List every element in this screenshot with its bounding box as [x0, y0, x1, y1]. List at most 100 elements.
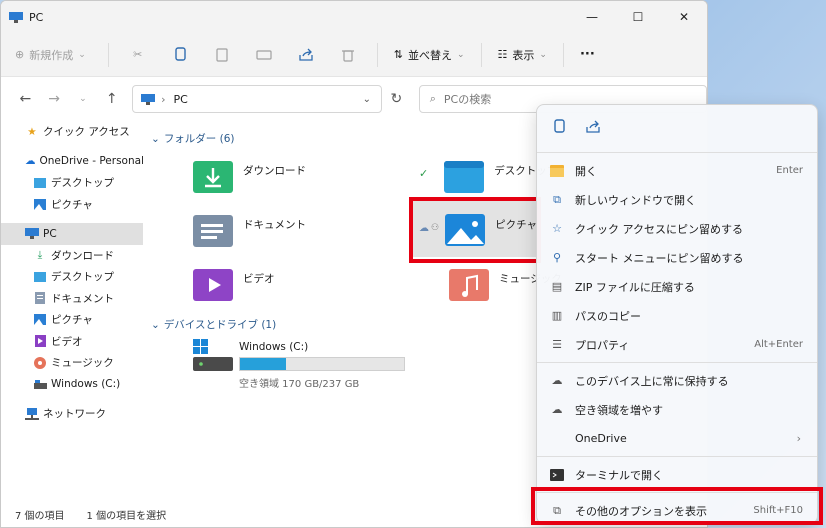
item-count: 7 個の項目: [15, 510, 65, 522]
copy-button[interactable]: [549, 117, 569, 137]
share-button[interactable]: [285, 40, 327, 70]
menu-item-open-terminal[interactable]: ターミナルで開く: [537, 460, 817, 489]
search-placeholder: PCの検索: [443, 93, 492, 106]
sidebar-item-label: ネットワーク: [43, 408, 106, 421]
sidebar-item-quick-access[interactable]: ★ クイック アクセス: [1, 121, 143, 143]
sort-button[interactable]: ⇅ 並べ替え ⌄: [386, 47, 473, 63]
sidebar-item-label: デスクトップ: [51, 271, 114, 284]
group-header-label: フォルダー (6): [163, 133, 235, 145]
cut-button[interactable]: ✂: [117, 40, 159, 70]
network-icon: [25, 407, 39, 421]
chevron-down-icon: ⌄: [79, 94, 87, 104]
up-button[interactable]: ↑: [97, 85, 126, 113]
folder-documents[interactable]: ドキュメント: [193, 207, 413, 255]
folder-downloads[interactable]: ダウンロード: [193, 153, 413, 201]
forward-button[interactable]: →: [40, 85, 69, 113]
sidebar-item-windows-c[interactable]: Windows (C:): [1, 374, 143, 396]
view-icon: ☷: [497, 48, 508, 61]
rename-button[interactable]: [243, 40, 285, 70]
pin-icon: ⚲: [552, 251, 562, 264]
chevron-down-icon: ⌄: [539, 49, 547, 60]
view-button[interactable]: ☷ 表示 ⌄: [490, 47, 555, 63]
menu-item-keep-on-device[interactable]: ☁ このデバイス上に常に保持する: [537, 366, 817, 395]
highlight-box: [531, 487, 823, 525]
sidebar-item-documents[interactable]: ドキュメント: [1, 288, 143, 310]
sidebar-item-pc[interactable]: PC: [1, 223, 143, 245]
chevron-down-icon: ⌄: [151, 318, 160, 331]
pictures-icon: [33, 197, 47, 211]
more-button[interactable]: ···: [572, 47, 603, 62]
sidebar-item-desktop[interactable]: デスクトップ: [1, 266, 143, 288]
menu-item-label: 開く: [575, 164, 597, 178]
documents-icon: [33, 291, 47, 305]
drive-name: Windows (C:): [239, 341, 309, 353]
pc-icon: [141, 93, 156, 105]
sidebar-item-downloads[interactable]: ⤓ ダウンロード: [1, 245, 143, 267]
sidebar-item-label: PC: [43, 227, 57, 240]
menu-item-label: スタート メニューにピン留めする: [575, 251, 744, 265]
sidebar-item-onedrive[interactable]: ☁ OneDrive - Personal: [1, 151, 144, 173]
pin-star-icon: ☆: [552, 222, 562, 235]
menu-item-properties[interactable]: ☰ プロパティ Alt+Enter: [537, 330, 817, 359]
recent-button[interactable]: ⌄: [69, 85, 98, 113]
address-bar[interactable]: › PC ⌄: [132, 85, 382, 113]
devices-group-header[interactable]: ⌄ デバイスとドライブ (1): [151, 317, 276, 332]
copy-path-icon: ▥: [551, 309, 563, 322]
sidebar-item-onedrive-desktop[interactable]: デスクトップ: [1, 172, 143, 194]
menu-item-open-new-window[interactable]: ⧉ 新しいウィンドウで開く: [537, 185, 817, 214]
menu-item-pin-quick-access[interactable]: ☆ クイック アクセスにピン留めする: [537, 214, 817, 243]
trash-icon: [341, 49, 354, 62]
sort-icon: ⇅: [393, 48, 403, 61]
breadcrumb-pc[interactable]: PC: [174, 93, 188, 106]
desktop-icon: [33, 270, 47, 284]
sidebar-item-network[interactable]: ネットワーク: [1, 403, 143, 425]
new-window-icon: ⧉: [553, 192, 561, 206]
paste-icon: [216, 47, 228, 62]
maximize-button[interactable]: ☐: [615, 1, 661, 33]
copy-icon: [175, 46, 186, 61]
paste-button[interactable]: [201, 40, 243, 70]
menu-item-compress-zip[interactable]: ▤ ZIP ファイルに圧縮する: [537, 272, 817, 301]
scissors-icon: ✂: [133, 48, 143, 61]
sidebar-item-onedrive-pictures[interactable]: ピクチャ: [1, 194, 143, 216]
copy-icon: [554, 119, 565, 133]
sidebar-item-pictures[interactable]: ピクチャ: [1, 309, 143, 331]
pc-icon: [9, 11, 23, 23]
menu-item-free-up-space[interactable]: ☁ 空き領域を増やす: [537, 395, 817, 424]
folder-name: ドキュメント: [243, 219, 306, 231]
delete-button[interactable]: [327, 40, 369, 70]
menu-item-label: ZIP ファイルに圧縮する: [575, 280, 695, 294]
copy-button[interactable]: [159, 40, 201, 70]
menu-item-label: 空き領域を増やす: [575, 403, 663, 417]
sidebar-item-label: ビデオ: [51, 335, 83, 348]
rename-icon: [256, 49, 272, 60]
refresh-button[interactable]: ↻: [382, 85, 411, 113]
arrow-left-icon: ←: [19, 91, 32, 107]
share-button[interactable]: [583, 117, 603, 137]
folder-name: ビデオ: [243, 273, 275, 285]
sidebar-item-music[interactable]: ミュージック: [1, 352, 143, 374]
minimize-button[interactable]: —: [569, 1, 615, 33]
refresh-icon: ↻: [390, 91, 403, 107]
close-button[interactable]: ✕: [661, 1, 707, 33]
drive-windows-c[interactable]: Windows (C:) 空き領域 170 GB/237 GB: [193, 339, 413, 390]
window-title: PC: [29, 10, 44, 24]
menu-item-pin-start[interactable]: ⚲ スタート メニューにピン留めする: [537, 243, 817, 272]
back-button[interactable]: ←: [11, 85, 40, 113]
documents-folder-icon: [193, 215, 233, 247]
new-button[interactable]: ⊕ 新規作成 ⌄: [15, 47, 86, 63]
sidebar-item-videos[interactable]: ビデオ: [1, 331, 143, 353]
folder-videos[interactable]: ビデオ: [193, 261, 413, 309]
video-icon: [33, 334, 47, 348]
menu-item-label: ターミナルで開く: [575, 468, 663, 482]
zip-icon: ▤: [551, 280, 563, 293]
menu-item-open[interactable]: 開く Enter: [537, 156, 817, 185]
folders-group-header[interactable]: ⌄ フォルダー (6): [151, 131, 235, 146]
download-folder-icon: [193, 161, 233, 193]
menu-item-shortcut: Alt+Enter: [754, 339, 803, 350]
chevron-down-icon[interactable]: ⌄: [363, 94, 371, 105]
menu-item-copy-path[interactable]: ▥ パスのコピー: [537, 301, 817, 330]
sidebar-item-label: Windows (C:): [51, 378, 121, 391]
context-menu: 開く Enter ⧉ 新しいウィンドウで開く ☆ クイック アクセスにピン留めす…: [536, 104, 818, 524]
menu-item-onedrive[interactable]: OneDrive ›: [537, 424, 817, 453]
